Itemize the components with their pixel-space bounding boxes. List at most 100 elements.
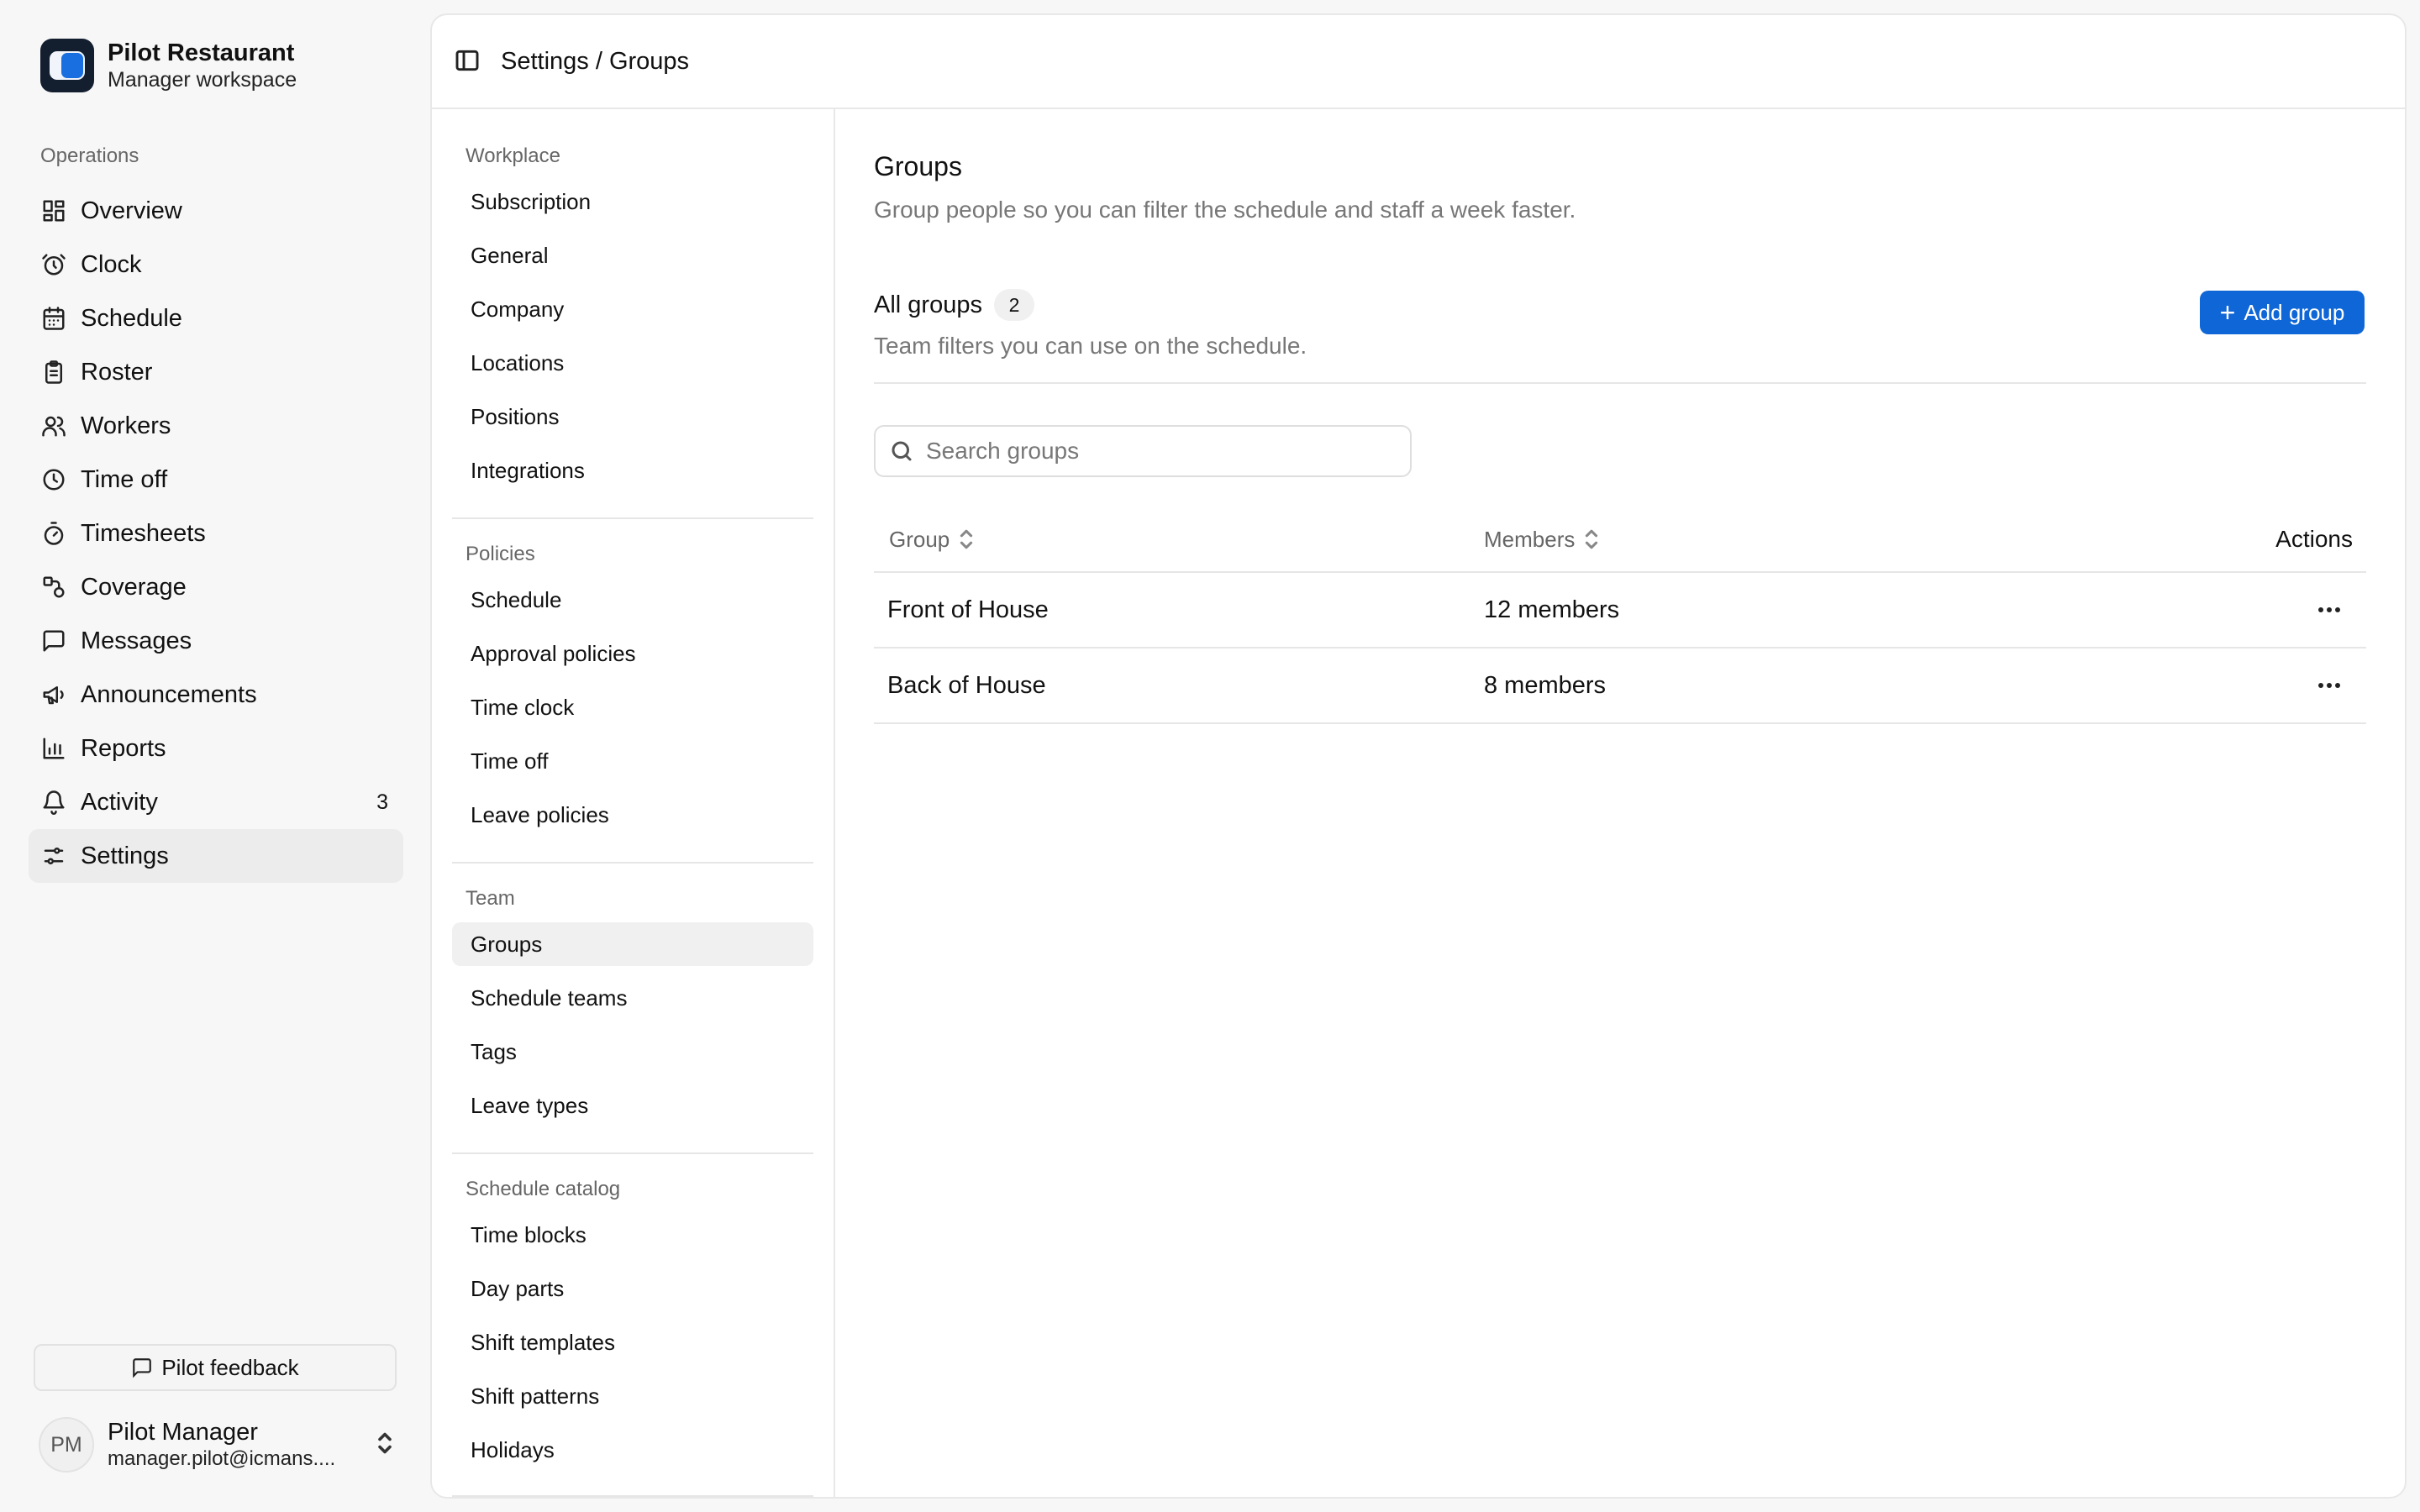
sidebar-item-announcements[interactable]: Announcements (29, 668, 403, 722)
sidebar-item-label: Coverage (81, 573, 187, 601)
sidebar-item-label: Schedule (81, 304, 182, 332)
all-groups-description: Team filters you can use on the schedule… (874, 333, 1307, 359)
all-groups-heading: All groups 2 (874, 289, 1034, 321)
sidebar-item-clock[interactable]: Clock (29, 238, 403, 291)
subnav-item-time-blocks[interactable]: Time blocks (452, 1208, 813, 1262)
alarm-clock-icon (40, 251, 67, 278)
subnav-item-approval-policies[interactable]: Approval policies (452, 627, 813, 680)
subnav-item-day-parts[interactable]: Day parts (452, 1262, 813, 1315)
sort-icon (1583, 528, 1600, 551)
pilot-feedback-label: Pilot feedback (161, 1354, 299, 1380)
subnav-group-team: Team Groups Schedule teams Tags Leave ty… (452, 880, 813, 1132)
clipboard-icon (40, 359, 67, 386)
subnav-item-subscription[interactable]: Subscription (452, 175, 813, 228)
sidebar-item-settings[interactable]: Settings (29, 829, 403, 883)
add-group-button[interactable]: + Add group (2200, 291, 2365, 334)
subnav-item-company[interactable]: Company (452, 282, 813, 336)
column-header-actions: Actions (2275, 526, 2353, 552)
subnav-item-schedule-teams[interactable]: Schedule teams (452, 971, 813, 1025)
sidebar-item-label: Workers (81, 412, 171, 439)
members-cell: 8 members (1484, 671, 1607, 699)
brand[interactable]: Pilot Restaurant Manager workspace (40, 39, 297, 92)
brand-subtitle: Manager workspace (108, 68, 297, 92)
subnav-divider (452, 1152, 813, 1154)
page-title: Groups (874, 151, 962, 181)
stopwatch-icon (40, 520, 67, 547)
sidebar-item-activity[interactable]: Activity 3 (29, 775, 403, 829)
subnav-item-holidays[interactable]: Holidays (452, 1423, 813, 1477)
more-actions-icon[interactable] (2312, 669, 2346, 702)
clock-icon (40, 466, 67, 493)
subnav-group-workplace: Workplace Subscription General Company L… (452, 138, 813, 497)
brand-logo-icon (40, 39, 94, 92)
calendar-icon (40, 305, 67, 332)
sidebar-item-timesheets[interactable]: Timesheets (29, 507, 403, 560)
sidebar-item-overview[interactable]: Overview (29, 184, 403, 238)
sidebar-item-coverage[interactable]: Coverage (29, 560, 403, 614)
sliders-icon (40, 843, 67, 869)
user-menu[interactable]: PM Pilot Manager manager.pilot@icmans...… (39, 1416, 400, 1473)
members-cell: 12 members (1484, 596, 1620, 623)
subnav-item-shift-templates[interactable]: Shift templates (452, 1315, 813, 1369)
subnav-item-time-off[interactable]: Time off (452, 734, 813, 788)
table-row[interactable]: Front of House 12 members (874, 573, 2366, 648)
megaphone-icon (40, 681, 67, 708)
subnav-item-leave-policies[interactable]: Leave policies (452, 788, 813, 842)
subnav-group-label: Team (466, 887, 515, 910)
sidebar-nav: Overview Clock Schedule Roster Workers T… (29, 184, 403, 883)
sidebar-item-time-off[interactable]: Time off (29, 453, 403, 507)
plus-icon: + (2219, 297, 2236, 328)
sidebar-item-schedule[interactable]: Schedule (29, 291, 403, 345)
shapes-icon (40, 574, 67, 601)
search-input[interactable] (926, 438, 1380, 465)
sidebar-item-label: Announcements (81, 680, 257, 708)
page-description: Group people so you can filter the sched… (874, 197, 1576, 223)
topbar: Settings / Groups (432, 15, 2405, 109)
bell-icon (40, 789, 67, 816)
user-email: manager.pilot@icmans.... (108, 1447, 336, 1470)
brand-name: Pilot Restaurant (108, 39, 295, 66)
subnav-item-schedule[interactable]: Schedule (452, 573, 813, 627)
avatar: PM (39, 1417, 94, 1473)
subnav-item-positions[interactable]: Positions (452, 390, 813, 444)
breadcrumb: Settings / Groups (501, 47, 690, 75)
subnav-item-groups[interactable]: Groups (452, 922, 813, 966)
message-icon (40, 627, 67, 654)
subnav-item-locations[interactable]: Locations (452, 336, 813, 390)
sidebar-item-messages[interactable]: Messages (29, 614, 403, 668)
subnav-item-general[interactable]: General (452, 228, 813, 282)
main-panel: Settings / Groups Workplace Subscription… (430, 13, 2407, 1499)
sort-icon (958, 528, 975, 551)
more-actions-icon[interactable] (2312, 593, 2346, 627)
column-header-label: Members (1484, 526, 1576, 552)
subnav-divider (452, 517, 813, 519)
sidebar-item-label: Settings (81, 842, 169, 869)
grid-icon (40, 197, 67, 224)
group-name-cell: Front of House (887, 596, 1049, 623)
column-header-group[interactable]: Group (874, 527, 1484, 553)
groups-table: Group Members Actions Front of House 12 … (874, 507, 2366, 724)
sidebar-item-label: Timesheets (81, 519, 206, 547)
column-header-members[interactable]: Members (1484, 527, 2156, 553)
subnav-item-time-clock[interactable]: Time clock (452, 680, 813, 734)
subnav-item-integrations[interactable]: Integrations (452, 444, 813, 497)
settings-subnav: Workplace Subscription General Company L… (432, 109, 835, 1497)
sidebar-item-roster[interactable]: Roster (29, 345, 403, 399)
subnav-group-label: Policies (466, 543, 535, 565)
sidebar-item-label: Reports (81, 734, 166, 762)
search-groups-field[interactable] (874, 425, 1412, 477)
sidebar-item-workers[interactable]: Workers (29, 399, 403, 453)
column-header-label: Group (889, 526, 950, 552)
all-groups-title: All groups (874, 291, 982, 318)
sidebar-item-reports[interactable]: Reports (29, 722, 403, 775)
pilot-feedback-button[interactable]: Pilot feedback (34, 1344, 397, 1391)
table-row[interactable]: Back of House 8 members (874, 648, 2366, 724)
subnav-item-shift-patterns[interactable]: Shift patterns (452, 1369, 813, 1423)
sidebar-item-label: Roster (81, 358, 153, 386)
app-window: Pilot Restaurant Manager workspace Opera… (0, 0, 2420, 1512)
search-icon (892, 441, 912, 461)
subnav-item-leave-types[interactable]: Leave types (452, 1079, 813, 1132)
subnav-item-tags[interactable]: Tags (452, 1025, 813, 1079)
sidebar-toggle-icon[interactable] (454, 47, 482, 76)
groups-count-badge: 2 (993, 289, 1034, 321)
